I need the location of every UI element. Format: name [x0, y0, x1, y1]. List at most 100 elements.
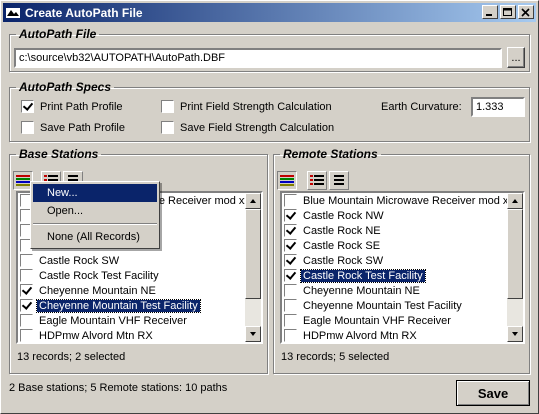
base-database-menu: New... Open... None (All Records)	[30, 181, 160, 249]
base-station-label: Castle Rock Test Facility	[39, 269, 159, 282]
autopath-file-path-input[interactable]: c:\source\vb32\AUTOPATH\AutoPath.DBF	[14, 48, 502, 68]
remote-station-row[interactable]: Eagle Mountain VHF Receiver	[282, 313, 523, 328]
remote-station-label: Eagle Mountain VHF Receiver	[303, 314, 451, 327]
save-button[interactable]: Save	[456, 380, 530, 406]
database-list-icon	[16, 175, 30, 186]
base-station-label: Castle Rock SW	[39, 254, 120, 267]
remote-list-view-button[interactable]	[329, 171, 349, 190]
minimize-button[interactable]	[482, 5, 498, 19]
base-station-checkbox[interactable]	[20, 299, 33, 312]
create-autopath-dialog: Create AutoPath File AutoPath File c:\so…	[0, 0, 539, 414]
title-bar[interactable]: Create AutoPath File	[3, 3, 536, 22]
base-station-label: Cheyenne Mountain NE	[39, 284, 156, 297]
remote-scrollbar[interactable]	[507, 193, 523, 342]
save-path-profile-box[interactable]	[21, 121, 34, 134]
arrow-up-icon	[250, 199, 256, 203]
print-path-profile-checkbox[interactable]: Print Path Profile	[21, 100, 123, 113]
print-path-profile-label: Print Path Profile	[40, 100, 123, 113]
arrow-down-icon	[250, 332, 256, 336]
maximize-icon	[503, 8, 512, 16]
remote-station-label: Castle Rock NE	[303, 224, 381, 237]
remote-station-checkbox[interactable]	[284, 194, 297, 207]
remote-station-checkbox[interactable]	[284, 269, 297, 282]
remote-station-row[interactable]: Castle Rock SE	[282, 238, 523, 253]
remote-station-label: Castle Rock NW	[303, 209, 384, 222]
remote-station-checkbox[interactable]	[284, 329, 297, 342]
menu-item-open[interactable]: Open...	[33, 202, 157, 220]
maximize-button[interactable]	[500, 5, 516, 19]
autopath-specs-legend: AutoPath Specs	[19, 80, 112, 94]
print-field-strength-label: Print Field Strength Calculation	[180, 100, 332, 113]
remote-station-label: Cheyenne Mountain Test Facility	[303, 299, 462, 312]
remote-station-row[interactable]: Blue Mountain Microwave Receiver mod xx	[282, 193, 523, 208]
menu-item-none-all-records[interactable]: None (All Records)	[33, 228, 157, 246]
list-lines-icon	[334, 175, 344, 185]
print-field-strength-checkbox[interactable]: Print Field Strength Calculation	[161, 100, 332, 113]
base-scrollbar[interactable]	[245, 193, 261, 342]
remote-station-label: Cheyenne Mountain NE	[303, 284, 420, 297]
base-station-checkbox[interactable]	[20, 284, 33, 297]
remote-station-row[interactable]: Cheyenne Mountain NE	[282, 283, 523, 298]
remote-station-checkbox[interactable]	[284, 299, 297, 312]
remote-station-checkbox[interactable]	[284, 284, 297, 297]
base-station-checkbox[interactable]	[20, 314, 33, 327]
close-button[interactable]	[518, 5, 534, 19]
base-scroll-up-button[interactable]	[245, 193, 261, 209]
remote-scroll-thumb[interactable]	[507, 209, 523, 299]
base-station-row[interactable]: Cheyenne Mountain NE	[18, 283, 261, 298]
base-station-row[interactable]: HDPmw Alvord Mtn RX	[18, 328, 261, 342]
save-field-strength-box[interactable]	[161, 121, 174, 134]
base-scroll-down-button[interactable]	[245, 326, 261, 342]
remote-station-label: Castle Rock SW	[303, 254, 384, 267]
remote-station-label: Castle Rock SE	[303, 239, 381, 252]
base-station-row[interactable]: Cheyenne Mountain Test Facility	[18, 298, 261, 313]
base-station-checkbox[interactable]	[20, 329, 33, 342]
remote-station-row[interactable]: Castle Rock NW	[282, 208, 523, 223]
save-field-strength-checkbox[interactable]: Save Field Strength Calculation	[161, 121, 334, 134]
app-icon	[6, 7, 20, 18]
remote-station-row[interactable]: HDPmw Alvord Mtn RX	[282, 328, 523, 342]
base-station-checkbox[interactable]	[20, 254, 33, 267]
remote-database-button[interactable]	[277, 171, 297, 190]
remote-station-checkbox[interactable]	[284, 239, 297, 252]
earth-curvature-label: Earth Curvature:	[381, 101, 462, 113]
remote-station-checkbox[interactable]	[284, 209, 297, 222]
base-station-row[interactable]: Castle Rock Test Facility	[18, 268, 261, 283]
arrow-down-icon	[512, 332, 518, 336]
base-station-label: Eagle Mountain VHF Receiver	[39, 314, 187, 327]
remote-rows: Blue Mountain Microwave Receiver mod xx C…	[282, 193, 523, 342]
remote-station-row[interactable]: Castle Rock Test Facility	[282, 268, 523, 283]
remote-station-row[interactable]: Castle Rock SW	[282, 253, 523, 268]
base-station-checkbox[interactable]	[20, 269, 33, 282]
remote-stations-legend: Remote Stations	[283, 147, 378, 161]
remote-station-row[interactable]: Cheyenne Mountain Test Facility	[282, 298, 523, 313]
browse-button[interactable]: ...	[507, 47, 525, 68]
remote-station-checkbox[interactable]	[284, 254, 297, 267]
base-scroll-thumb[interactable]	[245, 209, 261, 299]
base-station-row[interactable]: Castle Rock SW	[18, 253, 261, 268]
base-stations-legend: Base Stations	[19, 147, 99, 161]
database-list-icon	[280, 175, 294, 186]
minimize-icon	[486, 14, 492, 16]
print-path-profile-box[interactable]	[21, 100, 34, 113]
remote-stations-list[interactable]: Blue Mountain Microwave Receiver mod xx C…	[280, 191, 525, 344]
menu-item-new[interactable]: New...	[33, 184, 157, 202]
remote-station-checkbox[interactable]	[284, 224, 297, 237]
earth-curvature-input[interactable]: 1.333	[471, 97, 525, 117]
menu-separator	[33, 223, 157, 225]
remote-select-checked-button[interactable]	[307, 171, 327, 190]
remote-station-row[interactable]: Castle Rock NE	[282, 223, 523, 238]
remote-scroll-up-button[interactable]	[507, 193, 523, 209]
remote-status-text: 13 records; 5 selected	[281, 351, 390, 363]
remote-scroll-down-button[interactable]	[507, 326, 523, 342]
base-station-label: HDPmw Alvord Mtn RX	[39, 329, 153, 342]
save-path-profile-label: Save Path Profile	[40, 121, 125, 134]
print-field-strength-box[interactable]	[161, 100, 174, 113]
save-path-profile-checkbox[interactable]: Save Path Profile	[21, 121, 125, 134]
base-station-row[interactable]: Eagle Mountain VHF Receiver	[18, 313, 261, 328]
save-field-strength-label: Save Field Strength Calculation	[180, 121, 335, 134]
remote-station-label: Blue Mountain Microwave Receiver mod xx	[303, 194, 514, 207]
arrow-up-icon	[512, 199, 518, 203]
remote-station-checkbox[interactable]	[284, 314, 297, 327]
base-station-label: Cheyenne Mountain Test Facility	[36, 298, 201, 313]
